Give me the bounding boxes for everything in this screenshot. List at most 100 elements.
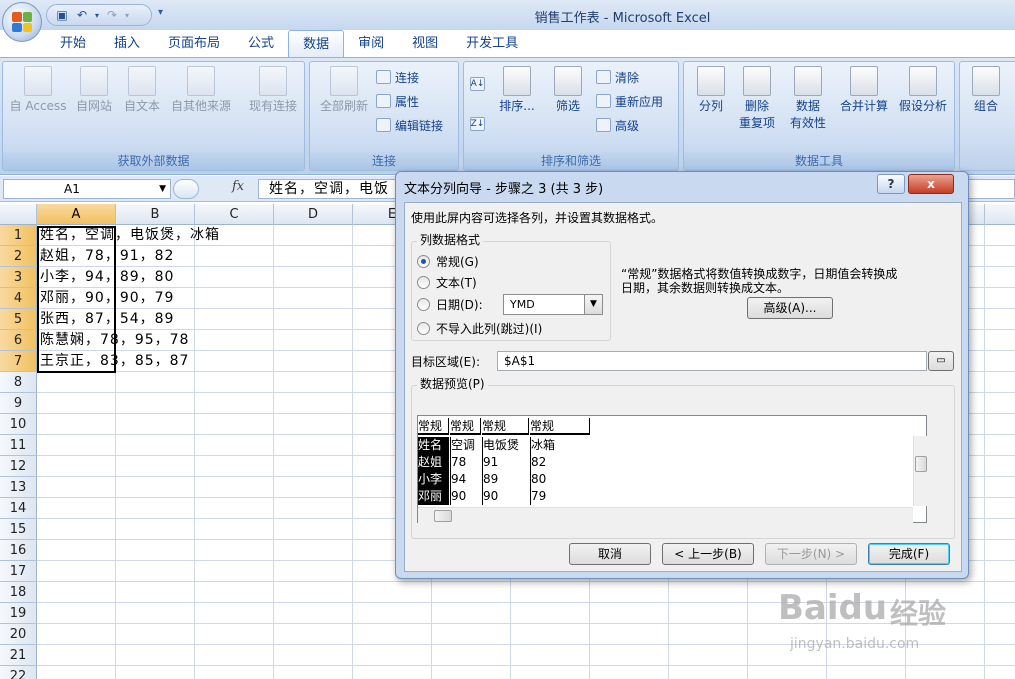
column-header[interactable]: B — [116, 204, 195, 225]
radio-skip-column[interactable]: 不导入此列(跳过)(I) — [417, 320, 542, 337]
row-header[interactable]: 7 — [0, 351, 37, 372]
select-all-corner[interactable] — [0, 204, 37, 225]
advanced-filter-button[interactable]: 高级 — [596, 115, 639, 135]
formula-bar-resize-handle[interactable] — [173, 179, 199, 199]
tab-view[interactable]: 视图 — [398, 30, 452, 58]
name-box[interactable]: A1 ▼ — [3, 179, 171, 199]
next-button[interactable]: 下一步(N) > — [765, 543, 857, 565]
edit-links-button[interactable]: 编辑链接 — [376, 115, 443, 135]
column-header[interactable]: A — [37, 204, 116, 225]
gridline — [37, 665, 1015, 666]
row-header[interactable]: 2 — [0, 246, 37, 267]
vertical-scroll-thumb[interactable] — [915, 456, 927, 472]
sort-button[interactable]: 排序... — [494, 66, 540, 115]
radio-text[interactable]: 文本(T) — [417, 274, 477, 291]
cancel-button[interactable]: 取消 — [569, 543, 651, 565]
text-to-columns-button[interactable]: 分列 — [688, 66, 734, 115]
row-header[interactable]: 13 — [0, 477, 37, 498]
data-preview-table[interactable]: 常规 常规 常规 常规 姓名 空调 电饭煲 冰箱 赵姐 78 91 82 小李 94 89 80 邓丽 90 90 7… — [417, 415, 927, 523]
gridline — [194, 225, 195, 679]
radio-date[interactable]: 日期(D): — [417, 296, 483, 313]
close-button[interactable]: x — [908, 174, 954, 194]
row-header[interactable]: 1 — [0, 225, 37, 246]
row-header[interactable]: 17 — [0, 561, 37, 582]
preview-column-header[interactable]: 常规 — [482, 418, 529, 435]
row-header[interactable]: 16 — [0, 540, 37, 561]
column-header[interactable]: M — [985, 204, 1015, 225]
excel-window: ▣ ↶ ▾ ↷ ▾ ▾ 销售工作表 - Microsoft Excel 开始 插… — [0, 0, 1015, 679]
tab-formulas[interactable]: 公式 — [234, 30, 288, 58]
row-header[interactable]: 18 — [0, 582, 37, 603]
date-format-select[interactable]: YMD ▼ — [503, 294, 603, 315]
row-header[interactable]: 11 — [0, 435, 37, 456]
group-connections: 全部刷新 连接 属性 编辑链接 连接 — [309, 61, 459, 171]
tab-insert[interactable]: 插入 — [100, 30, 154, 58]
preview-column-header[interactable]: 常规 — [418, 418, 449, 435]
from-web-button[interactable]: 自网站 — [71, 66, 117, 115]
reapply-button[interactable]: 重新应用 — [596, 91, 663, 111]
insert-function-icon[interactable]: fx — [232, 179, 244, 194]
row-header[interactable]: 10 — [0, 414, 37, 435]
column-header[interactable]: D — [274, 204, 353, 225]
tab-review[interactable]: 审阅 — [344, 30, 398, 58]
refresh-all-button[interactable]: 全部刷新 — [314, 66, 374, 115]
preview-horizontal-scrollbar[interactable] — [418, 507, 913, 523]
help-button[interactable]: ? — [877, 174, 905, 194]
row-header[interactable]: 12 — [0, 456, 37, 477]
from-access-label: 自 Access — [9, 99, 67, 113]
collapse-dialog-icon[interactable]: ▭ — [928, 351, 954, 371]
row-header[interactable]: 8 — [0, 372, 37, 393]
clear-button[interactable]: 清除 — [596, 67, 639, 87]
column-header[interactable]: C — [195, 204, 274, 225]
tab-home[interactable]: 开始 — [46, 30, 100, 58]
back-button[interactable]: < 上一步(B) — [662, 543, 754, 565]
group-rows-button[interactable]: 组合 — [964, 66, 1008, 115]
row-header[interactable]: 14 — [0, 498, 37, 519]
consolidate-label: 合并计算 — [839, 99, 888, 113]
group-outline: 组合 — [959, 61, 1015, 171]
row-header[interactable]: 9 — [0, 393, 37, 414]
preview-vertical-scrollbar[interactable] — [913, 436, 927, 506]
consolidate-button[interactable]: 合并计算 — [836, 66, 892, 115]
from-access-button[interactable]: 自 Access — [7, 66, 69, 115]
remove-duplicates-button[interactable]: 删除 重复项 — [734, 66, 780, 132]
properties-button[interactable]: 属性 — [376, 91, 419, 111]
radio-general[interactable]: 常规(G) — [417, 253, 479, 270]
row-header[interactable]: 15 — [0, 519, 37, 540]
tab-page-layout[interactable]: 页面布局 — [154, 30, 234, 58]
name-box-dropdown-icon[interactable]: ▼ — [159, 180, 166, 198]
finish-button[interactable]: 完成(F) — [868, 543, 950, 565]
data-validation-button[interactable]: 数据 有效性 — [782, 66, 834, 132]
row-header[interactable]: 6 — [0, 330, 37, 351]
from-text-button[interactable]: 自文本 — [119, 66, 165, 115]
watermark-brand: Baidu — [778, 588, 888, 628]
preview-column-header[interactable]: 常规 — [450, 418, 481, 435]
row-header[interactable]: 4 — [0, 288, 37, 309]
sort-descending-button[interactable]: Z↓ — [470, 114, 485, 134]
row-header[interactable]: 21 — [0, 645, 37, 666]
sort-ascending-button[interactable]: A↓ — [470, 74, 485, 94]
access-icon — [24, 66, 52, 96]
preview-column-header[interactable]: 常规 — [530, 418, 590, 435]
connections-button[interactable]: 连接 — [376, 67, 419, 87]
row-header[interactable]: 20 — [0, 624, 37, 645]
office-button[interactable] — [2, 2, 42, 42]
row-header[interactable]: 3 — [0, 267, 37, 288]
row-header[interactable]: 22 — [0, 666, 37, 679]
destination-label: 目标区域(E): — [411, 355, 480, 369]
preview-cell: 94 — [450, 471, 481, 488]
radio-text-label: 文本(T) — [436, 276, 477, 290]
existing-connections-button[interactable]: 现有连接 — [243, 66, 303, 115]
other-sources-icon — [187, 66, 215, 96]
advanced-button[interactable]: 高级(A)... — [747, 297, 833, 319]
tab-developer[interactable]: 开发工具 — [452, 30, 532, 58]
filter-button[interactable]: 筛选 — [546, 66, 590, 115]
destination-input[interactable]: $A$1 — [497, 351, 927, 371]
row-header[interactable]: 19 — [0, 603, 37, 624]
tab-data[interactable]: 数据 — [288, 30, 345, 58]
horizontal-scroll-thumb[interactable] — [434, 510, 452, 522]
from-other-sources-button[interactable]: 自其他来源 — [167, 66, 235, 115]
row-header[interactable]: 5 — [0, 309, 37, 330]
what-if-analysis-button[interactable]: 假设分析 — [894, 66, 952, 115]
what-if-label: 假设分析 — [898, 99, 947, 113]
